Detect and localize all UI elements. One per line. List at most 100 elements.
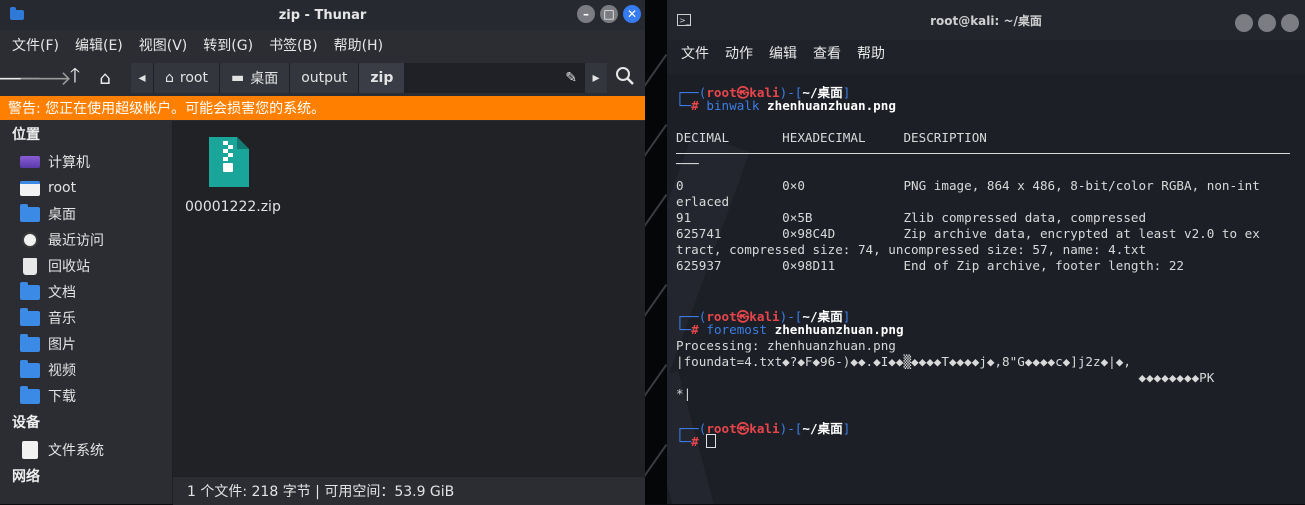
terminal-title-bar: >_ root@kali: ~/桌面 [667,0,1305,40]
sidebar-item-label: root [48,180,77,196]
sidebar: 位置 计算机 root 桌面 最近访问 回收站 文档 音乐 图片 视频 下载 设… [0,121,172,504]
close-button[interactable]: ✕ [623,5,641,23]
output-row: 625937 0×98D11 End of Zip archive, foote… [676,258,1184,273]
separator-tail: ─── [676,156,699,171]
menu-bookmarks[interactable]: 书签(B) [261,35,326,55]
sidebar-item-downloads[interactable]: 下载 [0,383,172,409]
computer-icon [20,153,40,171]
terminal-maximize-button[interactable] [1258,14,1276,32]
sidebar-item-videos[interactable]: 视频 [0,357,172,383]
command-line[interactable]: └─# [676,434,717,449]
file-name[interactable]: 00001222.zip [185,199,281,215]
sidebar-item-documents[interactable]: 文档 [0,279,172,305]
sidebar-item-pictures[interactable]: 图片 [0,331,172,357]
search-icon[interactable] [615,66,635,91]
downloads-folder-icon [20,385,40,405]
sidebar-item-trash[interactable]: 回收站 [0,253,172,279]
minimize-button[interactable]: – [577,5,595,23]
videos-folder-icon [20,359,40,379]
sidebar-item-root[interactable]: root [0,175,172,201]
desktop-folder-icon [20,203,40,223]
sidebar-item-label: 最近访问 [48,233,104,249]
menu-help[interactable]: 帮助(H) [326,35,391,55]
terminal-window: >_ root@kali: ~/桌面 文件 动作 编辑 查看 帮助 ┌──(ro… [667,0,1305,504]
output-row: ◆◆◆◆◆◆◆◆PK [676,370,1215,385]
desktop-icon: ▬ [230,70,245,86]
sidebar-item-music[interactable]: 音乐 [0,305,172,331]
terminal-output[interactable]: ┌──(root㉿kali)-[~/桌面] └─# binwalk zhenhu… [667,74,1305,504]
forward-arrow-icon[interactable]: 🡒 [18,63,72,93]
path-desktop-button[interactable]: ▬ 桌面 [219,63,291,93]
path-label: 桌面 [250,71,279,87]
places-heading: 位置 [12,127,40,143]
terminal-minimize-button[interactable] [1235,14,1253,32]
desktop-background [645,0,667,504]
music-folder-icon [20,307,40,327]
sidebar-item-desktop[interactable]: 桌面 [0,201,172,227]
terminal-menu-bar: 文件 动作 编辑 查看 帮助 [667,40,1305,66]
home-folder-icon [20,179,40,197]
trash-icon [20,257,40,275]
terminal-title: root@kali: ~/桌面 [930,13,1042,28]
menu-view[interactable]: 视图(V) [131,35,196,55]
output-row: 0 0×0 PNG image, 864 x 486, 8-bit/color … [676,178,1260,193]
home-icon[interactable]: ⌂ [90,63,120,93]
sidebar-item-filesystem[interactable]: 文件系统 [0,437,172,463]
separator-line [676,153,1290,154]
window-controls: – □ ✕ [577,5,641,23]
output-row: 625741 0×98C4D Zip archive data, encrypt… [676,226,1260,241]
pencil-icon[interactable]: ✎ [565,70,577,86]
terminal-menu-view[interactable]: 查看 [805,43,849,63]
output-row: 91 0×5B Zlib compressed data, compressed [676,210,1147,225]
menu-file[interactable]: 文件(F) [4,35,67,55]
sidebar-item-label: 下载 [48,389,76,405]
status-bar: 1 个文件: 218 字节 | 可用空间：53.9 GiB [173,476,645,505]
terminal-menu-edit[interactable]: 编辑 [761,43,805,63]
terminal-menu-help[interactable]: 帮助 [849,43,893,63]
path-root-button[interactable]: ⌂ root [154,63,220,93]
terminal-menu-actions[interactable]: 动作 [717,43,761,63]
path-scroll-left-icon[interactable]: ◂ [131,63,154,93]
path-edit-field[interactable]: ✎ [405,63,585,93]
terminal-close-button[interactable] [1281,14,1299,32]
up-arrow-icon[interactable]: 🡑 [60,63,90,93]
window-title: zip - Thunar [278,7,367,23]
file-view[interactable]: 00001222.zip [173,121,645,476]
menu-go[interactable]: 转到(G) [195,35,261,55]
path-label: output [301,70,348,86]
title-bar: zip - Thunar – □ ✕ [0,0,645,30]
thunar-window: zip - Thunar – □ ✕ 文件(F) 编辑(E) 视图(V) 转到(… [0,0,645,505]
sidebar-item-computer[interactable]: 计算机 [0,149,172,175]
zip-file-icon[interactable] [207,135,251,189]
maximize-button[interactable]: □ [600,5,618,23]
terminal-menu-file[interactable]: 文件 [673,43,717,63]
menu-edit[interactable]: 编辑(E) [67,35,131,55]
path-label: root [179,70,208,86]
output-row: tract, compressed size: 74, uncompressed… [676,242,1147,257]
output-row: |foundat=4.txt◆?◆F◆96-)◆◆.◆I◆◆▒◆◆◆◆T◆◆◆◆… [676,354,1131,369]
drive-icon [20,441,40,459]
root-warning-banner: 警告: 您正在使用超级帐户。可能会损害您的系统。 [0,96,645,120]
sidebar-item-label: 桌面 [48,207,76,223]
sidebar-item-label: 文件系统 [48,443,104,459]
path-output-button[interactable]: output [290,63,360,93]
sidebar-item-label: 文档 [48,285,76,301]
text-cursor [706,434,717,448]
terminal-window-controls [1235,14,1299,32]
menu-bar: 文件(F) 编辑(E) 视图(V) 转到(G) 书签(B) 帮助(H) [0,30,645,60]
output-row: erlaced [676,194,730,209]
pictures-folder-icon [20,333,40,353]
home-icon: ⌂ [165,70,174,86]
path-zip-button[interactable]: zip [359,63,406,93]
output-row: Processing: zhenhuanzhuan.png [676,338,896,353]
path-scroll-right-icon[interactable]: ▸ [585,63,607,93]
path-label: zip [370,70,394,86]
network-heading: 网络 [12,469,40,485]
sidebar-item-recent[interactable]: 最近访问 [0,227,172,253]
sidebar-item-label: 视频 [48,363,76,379]
command-line: └─# foremost zhenhuanzhuan.png [676,322,904,337]
sidebar-item-label: 音乐 [48,311,76,327]
table-header: DECIMAL HEXADECIMAL DESCRIPTION [676,130,987,145]
output-row: *| [676,386,692,401]
recent-icon [20,231,40,249]
